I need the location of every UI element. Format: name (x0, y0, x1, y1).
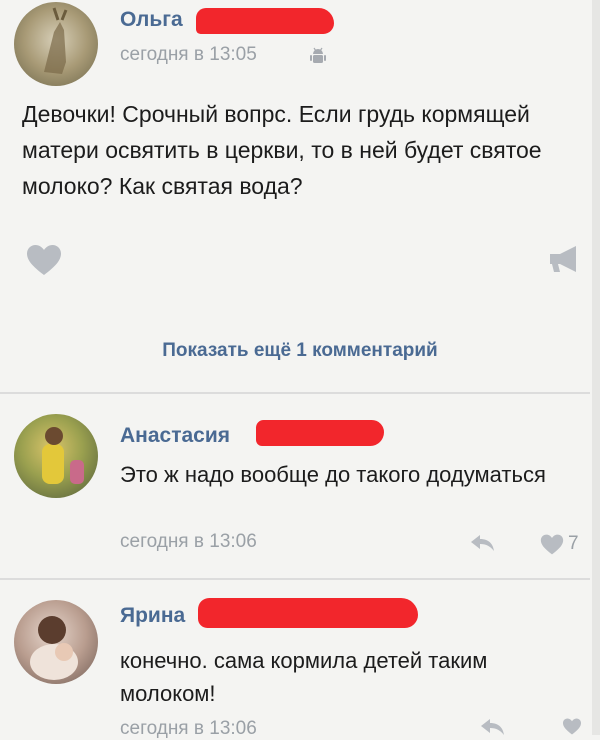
redaction-mark (256, 420, 384, 446)
like-count: 7 (568, 533, 579, 554)
show-more-comments-link[interactable]: Показать ещё 1 комментарий (0, 340, 600, 362)
comment-timestamp: сегодня в 13:06 (120, 531, 257, 552)
divider (0, 392, 590, 394)
commenter-avatar[interactable] (14, 414, 98, 498)
comment-author-name[interactable]: Анастасия (120, 424, 230, 448)
redaction-mark (196, 8, 334, 34)
commenter-avatar[interactable] (14, 600, 98, 684)
reply-icon[interactable] (480, 718, 506, 736)
comment-timestamp: сегодня в 13:06 (120, 718, 257, 739)
android-icon (310, 47, 326, 63)
comment-author-name[interactable]: Ярина (120, 604, 185, 628)
reply-icon[interactable] (470, 534, 496, 552)
comment-text: конечно. сама кормила детей таким молоко… (120, 648, 488, 706)
heart-icon[interactable] (540, 534, 564, 555)
post-body-text: Девочки! Срочный вопрс. Если грудь кормя… (22, 101, 542, 199)
scrollbar-track[interactable] (592, 0, 600, 735)
comment-text: Это ж надо вообще до такого додуматься (120, 462, 546, 487)
heart-icon[interactable] (26, 244, 62, 276)
redaction-mark (198, 598, 418, 628)
post-timestamp: сегодня в 13:05 (120, 44, 257, 65)
divider (0, 578, 590, 580)
megaphone-icon[interactable] (548, 244, 582, 274)
heart-icon[interactable] (560, 718, 584, 735)
author-avatar[interactable] (14, 2, 98, 86)
post-card: Ольга сегодня в 13:05 Девочки! Срочный в… (0, 0, 600, 392)
post-author-name[interactable]: Ольга (120, 8, 183, 32)
